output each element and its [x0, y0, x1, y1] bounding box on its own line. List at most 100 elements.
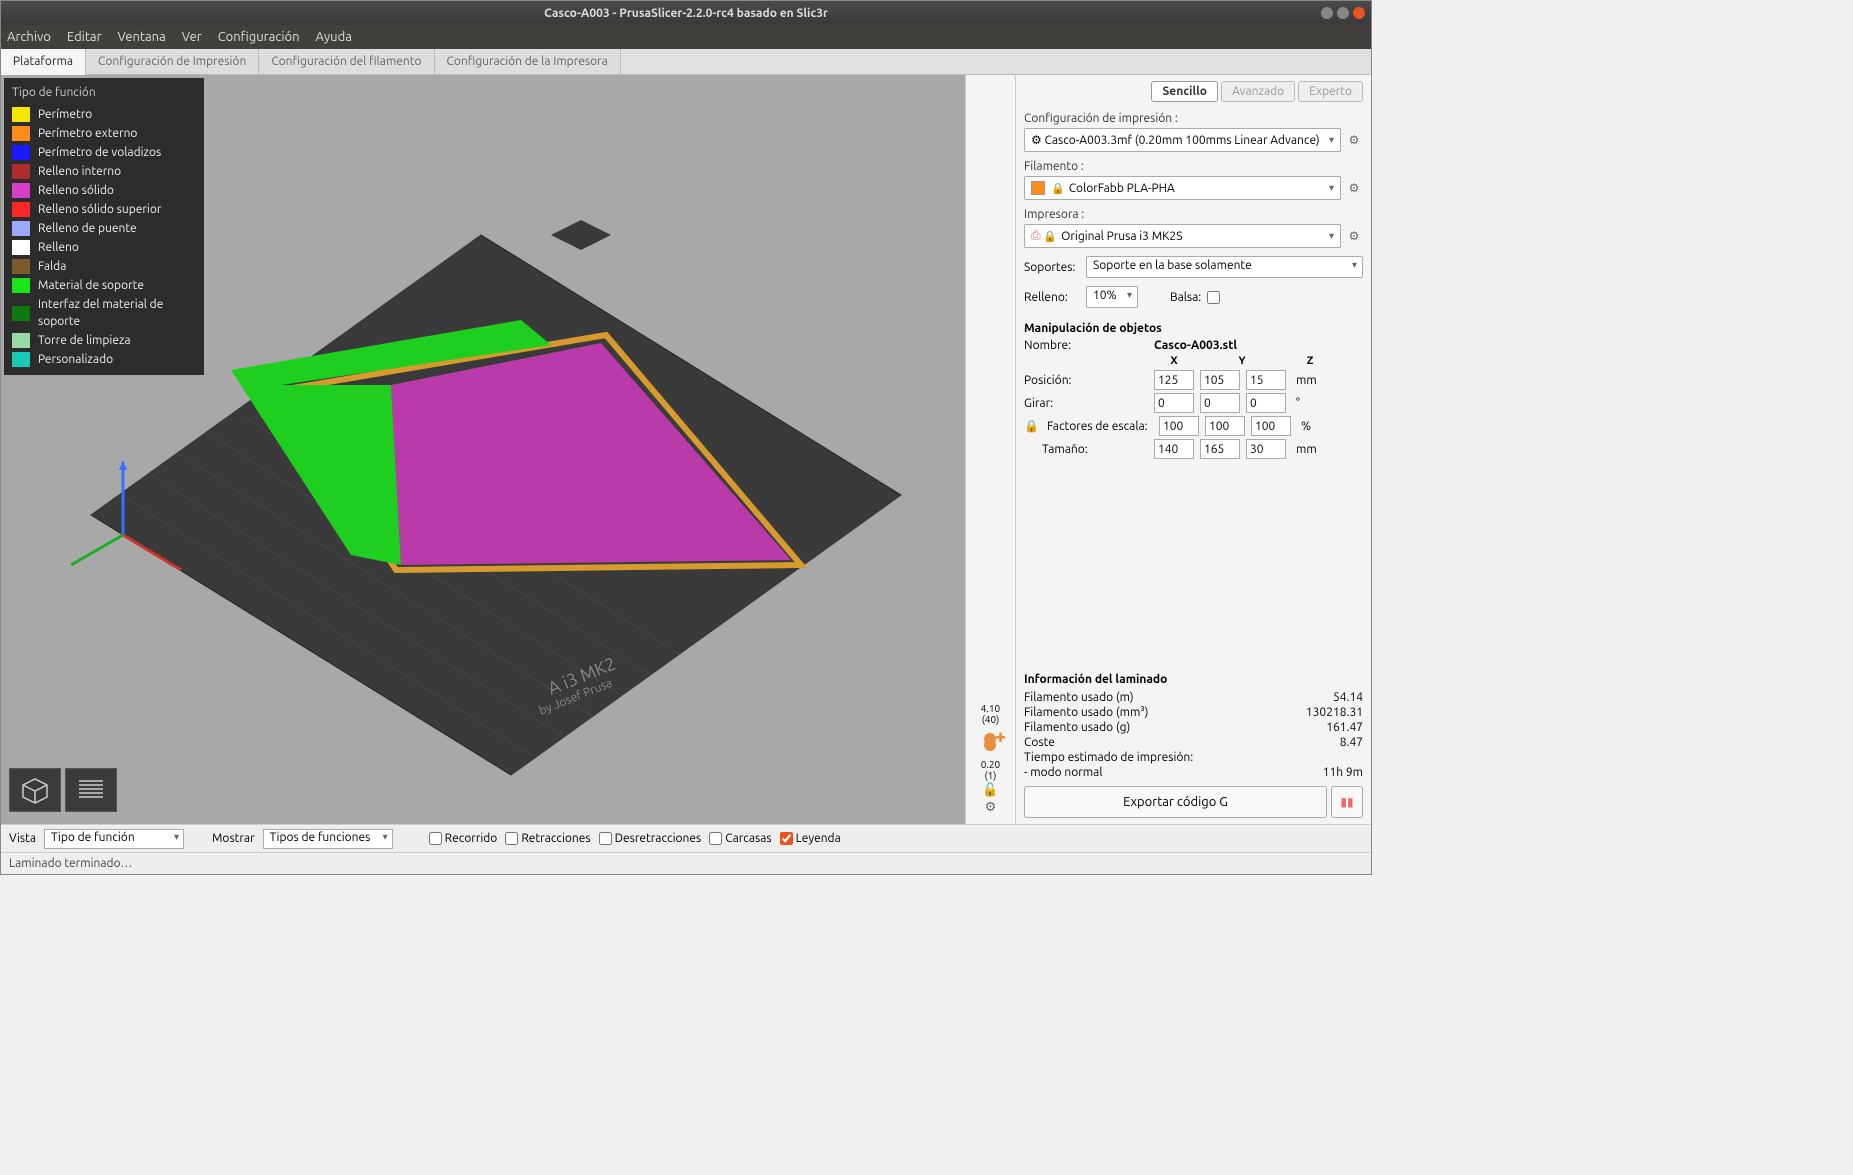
name-label: Nombre: [1024, 339, 1154, 352]
rotate-x[interactable] [1154, 393, 1194, 413]
main-tabs: Plataforma Configuración de Impresión Co… [1, 49, 1371, 75]
right-panel: Sencillo Avanzado Experto Configuración … [1015, 75, 1371, 824]
filament-dropdown[interactable]: 🔒 ColorFabb PLA-PHA [1024, 176, 1341, 200]
menu-ver[interactable]: Ver [182, 30, 202, 44]
mode-experto[interactable]: Experto [1298, 81, 1363, 102]
filament-label: Filamento : [1024, 160, 1363, 173]
close-button[interactable] [1353, 7, 1365, 19]
filament-color-icon [1031, 181, 1045, 195]
object-name: Casco-A003.stl [1154, 339, 1237, 352]
bottom-toolbar: Vista Tipo de función Mostrar Tipos de f… [1, 824, 1371, 852]
tab-filament-settings[interactable]: Configuración del filamento [259, 49, 434, 74]
status-bar: Laminado terminado… [1, 852, 1371, 874]
printer-label: Impresora : [1024, 208, 1363, 221]
menu-ayuda[interactable]: Ayuda [316, 30, 352, 44]
tab-printer-settings[interactable]: Configuración de la Impresora [435, 49, 621, 74]
object-manipulation-title: Manipulación de objetos [1024, 322, 1363, 335]
legend-item: Perímetro de voladizos [4, 143, 204, 162]
status-text: Laminado terminado… [9, 857, 132, 870]
rotate-label: Girar: [1024, 397, 1154, 410]
filament-gear[interactable]: ⚙ [1345, 179, 1363, 197]
layer-slider-column: 4.10(40) ✚ 0.20(1) 🔓 ⚙ [965, 75, 1015, 824]
view-3d-button[interactable] [9, 768, 61, 812]
scale-y[interactable] [1205, 416, 1245, 436]
position-z[interactable] [1246, 370, 1286, 390]
cb-leyenda[interactable]: Leyenda [780, 832, 841, 845]
export-icon: ▮▮ [1340, 795, 1353, 809]
vista-label: Vista [9, 832, 36, 845]
mostrar-dropdown[interactable]: Tipos de funciones [263, 829, 393, 849]
size-x[interactable] [1154, 439, 1194, 459]
mode-sencillo[interactable]: Sencillo [1151, 81, 1217, 102]
layer-slider[interactable]: ✚ [989, 733, 992, 751]
xyz-header: XYZ [1154, 355, 1363, 367]
print-settings-gear[interactable]: ⚙ [1345, 131, 1363, 149]
legend-item: Perímetro [4, 105, 204, 124]
slice-info: Información del laminado Filamento usado… [1024, 673, 1363, 780]
main-area: Tipo de función Perímetro Perímetro exte… [1, 75, 1371, 824]
menu-configuracion[interactable]: Configuración [218, 30, 300, 44]
3d-viewport[interactable]: Tipo de función Perímetro Perímetro exte… [1, 75, 965, 824]
slice-info-title: Información del laminado [1024, 673, 1363, 686]
menu-ventana[interactable]: Ventana [118, 30, 166, 44]
slider-lock-icon[interactable]: 🔓 [982, 783, 998, 798]
supports-label: Soportes: [1024, 261, 1080, 274]
legend-item: Relleno sólido [4, 181, 204, 200]
slider-top-label: 4.10(40) [981, 703, 1000, 725]
legend-item: Perímetro externo [4, 124, 204, 143]
gear-icon: ⚙ [1031, 133, 1042, 147]
window-controls [1321, 7, 1365, 19]
maximize-button[interactable] [1337, 7, 1349, 19]
tab-print-settings[interactable]: Configuración de Impresión [86, 49, 259, 74]
minimize-button[interactable] [1321, 7, 1333, 19]
size-label: Tamaño: [1042, 443, 1154, 456]
legend-title: Tipo de función [4, 84, 204, 105]
infill-dropdown[interactable]: 10% [1086, 286, 1138, 308]
scale-label: Factores de escala: [1047, 420, 1159, 433]
menubar: Archivo Editar Ventana Ver Configuración… [1, 25, 1371, 49]
mostrar-label: Mostrar [212, 832, 255, 845]
size-y[interactable] [1200, 439, 1240, 459]
tab-plataforma[interactable]: Plataforma [1, 49, 86, 75]
lock-icon: 🔒 [1043, 230, 1057, 243]
lock-icon: 🔒 [1051, 182, 1065, 195]
export-gcode-button[interactable]: Exportar código G [1024, 786, 1327, 818]
raft-checkbox[interactable] [1207, 291, 1220, 304]
mode-tabs: Sencillo Avanzado Experto [1024, 81, 1363, 102]
size-z[interactable] [1246, 439, 1286, 459]
cb-carcasas[interactable]: Carcasas [709, 832, 771, 845]
slider-gear-icon[interactable]: ⚙ [982, 798, 1000, 816]
position-x[interactable] [1154, 370, 1194, 390]
cb-desretracciones[interactable]: Desretracciones [599, 832, 702, 845]
print-bed-preview: A i3 MK2 by Josef Prusa [51, 215, 911, 815]
export-side-button[interactable]: ▮▮ [1331, 786, 1363, 818]
position-y[interactable] [1200, 370, 1240, 390]
raft-label: Balsa: [1170, 291, 1201, 304]
menu-archivo[interactable]: Archivo [7, 30, 51, 44]
mode-avanzado[interactable]: Avanzado [1221, 81, 1295, 102]
print-settings-dropdown[interactable]: ⚙ Casco-A003.3mf (0.20mm 100mms Linear A… [1024, 128, 1341, 152]
printer-dropdown[interactable]: ⎙ 🔒 Original Prusa i3 MK2S [1024, 224, 1341, 248]
position-label: Posición: [1024, 374, 1154, 387]
titlebar: Casco-A003 - PrusaSlicer-2.2.0-rc4 basad… [1, 1, 1371, 25]
view-mode-buttons [9, 768, 117, 812]
rotate-z[interactable] [1246, 393, 1286, 413]
app-window: Casco-A003 - PrusaSlicer-2.2.0-rc4 basad… [0, 0, 1372, 875]
printer-gear[interactable]: ⚙ [1345, 227, 1363, 245]
legend-item: Relleno interno [4, 162, 204, 181]
cb-retracciones[interactable]: Retracciones [505, 832, 590, 845]
scale-x[interactable] [1159, 416, 1199, 436]
window-title: Casco-A003 - PrusaSlicer-2.2.0-rc4 basad… [544, 7, 828, 20]
vista-dropdown[interactable]: Tipo de función [44, 829, 184, 849]
slider-bottom-label: 0.20(1) [981, 759, 1000, 781]
supports-dropdown[interactable]: Soporte en la base solamente [1086, 256, 1363, 278]
print-settings-label: Configuración de impresión : [1024, 112, 1363, 125]
scale-lock-icon[interactable]: 🔒 [1024, 419, 1039, 433]
printer-icon: ⎙ [1031, 229, 1041, 243]
view-layers-button[interactable] [65, 768, 117, 812]
rotate-y[interactable] [1200, 393, 1240, 413]
scale-z[interactable] [1251, 416, 1291, 436]
infill-label: Relleno: [1024, 291, 1080, 304]
cb-recorrido[interactable]: Recorrido [429, 832, 498, 845]
menu-editar[interactable]: Editar [67, 30, 102, 44]
